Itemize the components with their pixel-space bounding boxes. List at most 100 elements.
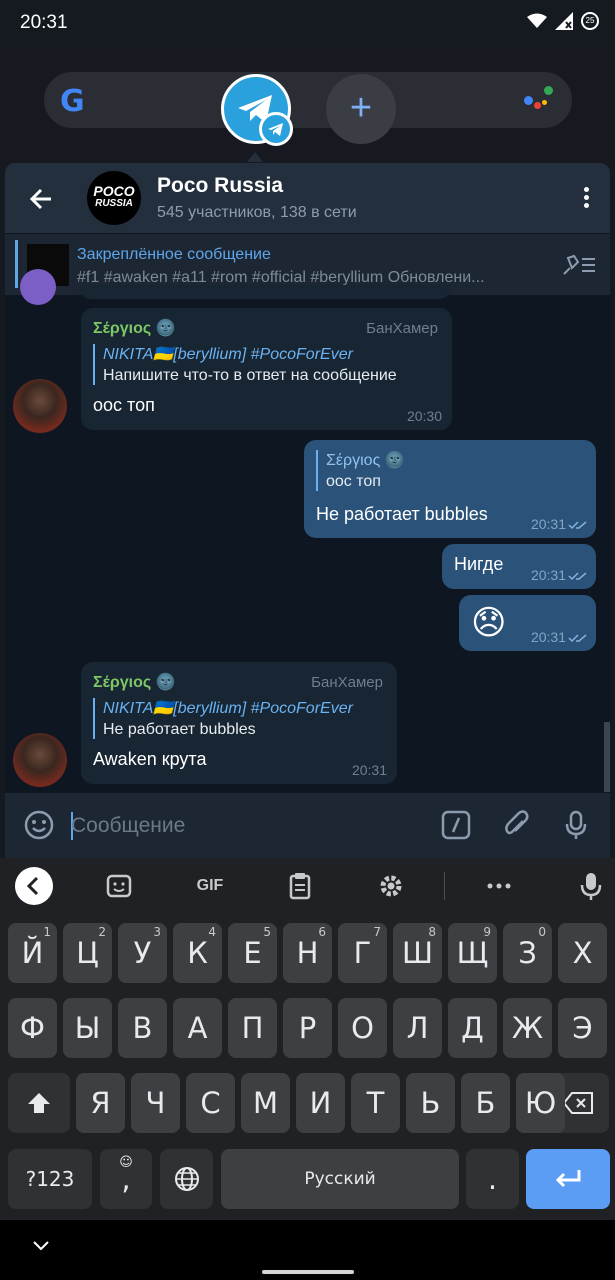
chat-header: POCO RUSSIA Poco Russia 545 участников, …	[5, 163, 610, 233]
key[interactable]: Я	[76, 1073, 125, 1133]
key[interactable]: Х	[558, 923, 607, 983]
more-icon[interactable]	[484, 870, 514, 902]
key[interactable]: Д	[448, 998, 497, 1058]
admin-title: БанХамер	[366, 320, 438, 337]
shift-key[interactable]	[8, 1073, 70, 1133]
key[interactable]: А	[173, 998, 222, 1058]
admin-title: БанХамер	[311, 674, 383, 691]
emoji-icon[interactable]	[23, 809, 55, 841]
avatar[interactable]	[13, 379, 67, 433]
back-arrow-icon[interactable]	[25, 183, 57, 215]
key[interactable]: Е5	[228, 923, 277, 983]
reply-preview[interactable]: NIKITA🇺🇦[beryllium] #PocoForEver Напишит…	[93, 344, 440, 385]
google-assistant-icon[interactable]	[524, 86, 554, 114]
toolbar-divider	[444, 872, 445, 900]
emoji-hint-icon: ☺	[119, 1155, 133, 1170]
key[interactable]: В	[118, 998, 167, 1058]
key[interactable]: П	[228, 998, 277, 1058]
period-key[interactable]: .	[466, 1149, 519, 1209]
symbols-key[interactable]: ?123	[8, 1149, 92, 1209]
key[interactable]: У3	[118, 923, 167, 983]
message-bubble-outgoing[interactable]: Нигде 20:31	[442, 544, 596, 589]
key[interactable]: Н6	[283, 923, 332, 983]
key[interactable]: З0	[503, 923, 552, 983]
google-search-bar[interactable]: G	[44, 72, 572, 128]
reply-text: Не работает bubbles	[103, 721, 256, 738]
message-text: Awaken крута	[93, 749, 207, 769]
avatar[interactable]	[13, 733, 67, 787]
status-icons: 25	[527, 12, 599, 30]
message-list[interactable]: Σέργιος 🌚 БанХамер NIKITA🇺🇦[beryllium] #…	[5, 269, 610, 793]
group-avatar[interactable]: POCO RUSSIA	[87, 171, 141, 225]
key[interactable]: Ь	[406, 1073, 455, 1133]
battery-icon: 25	[581, 12, 599, 30]
key[interactable]: Т	[351, 1073, 400, 1133]
attach-icon[interactable]	[501, 809, 533, 841]
reply-text: оос топ	[326, 473, 381, 490]
read-checkmarks-icon	[568, 572, 587, 581]
more-options-icon[interactable]	[584, 187, 590, 209]
home-gesture-handle[interactable]	[262, 1270, 354, 1274]
key[interactable]: И	[296, 1073, 345, 1133]
clipboard-icon[interactable]	[285, 870, 315, 902]
sticker-icon[interactable]	[104, 870, 134, 902]
read-checkmarks-icon	[568, 634, 587, 643]
add-bubble-button[interactable]: +	[326, 74, 396, 144]
comma-key[interactable]: ☺ ,	[100, 1149, 152, 1209]
key[interactable]: К4	[173, 923, 222, 983]
microphone-icon[interactable]	[560, 809, 592, 841]
key[interactable]: М	[241, 1073, 290, 1133]
key[interactable]: Щ9	[448, 923, 497, 983]
voice-input-icon[interactable]	[577, 870, 605, 902]
pinned-title: Закреплённое сообщение	[77, 246, 271, 263]
key[interactable]: О	[338, 998, 387, 1058]
keyboard-toolbar: GIF	[0, 858, 615, 914]
reply-preview[interactable]: Σέργιος 🌚 оос топ	[316, 450, 584, 491]
key[interactable]: Э	[558, 998, 607, 1058]
key[interactable]: Ц2	[63, 923, 112, 983]
avatar[interactable]	[20, 269, 56, 305]
message-bubble-outgoing[interactable]: 😞 20:31	[459, 595, 596, 651]
language-key[interactable]	[160, 1149, 213, 1209]
settings-gear-icon[interactable]	[376, 870, 406, 902]
chat-title[interactable]: Poco Russia	[157, 174, 283, 198]
key[interactable]: Ш8	[393, 923, 442, 983]
enter-key[interactable]	[526, 1149, 610, 1209]
bot-commands-icon[interactable]	[440, 809, 472, 841]
status-time: 20:31	[20, 12, 68, 33]
hide-keyboard-icon[interactable]	[32, 1240, 50, 1252]
key[interactable]: Ы	[63, 998, 112, 1058]
key[interactable]: Г7	[338, 923, 387, 983]
unpin-icon[interactable]	[562, 254, 596, 276]
bubble-caret	[247, 152, 263, 162]
navigation-bar	[0, 1220, 615, 1280]
message-time: 20:31	[530, 629, 566, 645]
reply-preview[interactable]: NIKITA🇺🇦[beryllium] #PocoForEver Не рабо…	[93, 698, 385, 739]
message-input[interactable]: Сообщение	[71, 814, 185, 838]
key[interactable]: Ж	[503, 998, 552, 1058]
message-bubble-outgoing[interactable]: Σέργιος 🌚 оос топ Не работает bubbles 20…	[304, 440, 596, 538]
launcher-background: G +	[0, 48, 615, 168]
message-time: 20:30	[406, 408, 442, 424]
key[interactable]: Й1	[8, 923, 57, 983]
key[interactable]: Р	[283, 998, 332, 1058]
key[interactable]: Ю	[516, 1073, 565, 1133]
scrollbar[interactable]	[604, 722, 610, 792]
key[interactable]: С	[186, 1073, 235, 1133]
reply-name: Σέργιος 🌚	[326, 452, 405, 469]
key[interactable]: Ф	[8, 998, 57, 1058]
reply-name: NIKITA🇺🇦[beryllium] #PocoForEver	[103, 700, 353, 717]
globe-icon	[174, 1167, 199, 1191]
gif-button[interactable]: GIF	[190, 870, 230, 902]
message-time: 20:31	[351, 762, 387, 778]
key[interactable]: Б	[461, 1073, 510, 1133]
wifi-icon	[527, 13, 547, 28]
telegram-badge-icon	[259, 112, 293, 146]
key[interactable]: Л	[393, 998, 442, 1058]
message-bubble-incoming[interactable]: Σέργιος 🌚 БанХамер NIKITA🇺🇦[beryllium] #…	[81, 308, 452, 430]
message-bubble-incoming[interactable]: Σέργιος 🌚 БанХамер NIKITA🇺🇦[beryllium] #…	[81, 662, 397, 784]
space-key[interactable]: Русский	[221, 1149, 459, 1209]
key[interactable]: Ч	[131, 1073, 180, 1133]
keyboard-collapse-button[interactable]	[15, 867, 53, 905]
keyboard: GIF ?123 ☺ , Русский . Й1Ц2У3К4Е5Н6Г7Ш8Щ…	[0, 858, 615, 1220]
